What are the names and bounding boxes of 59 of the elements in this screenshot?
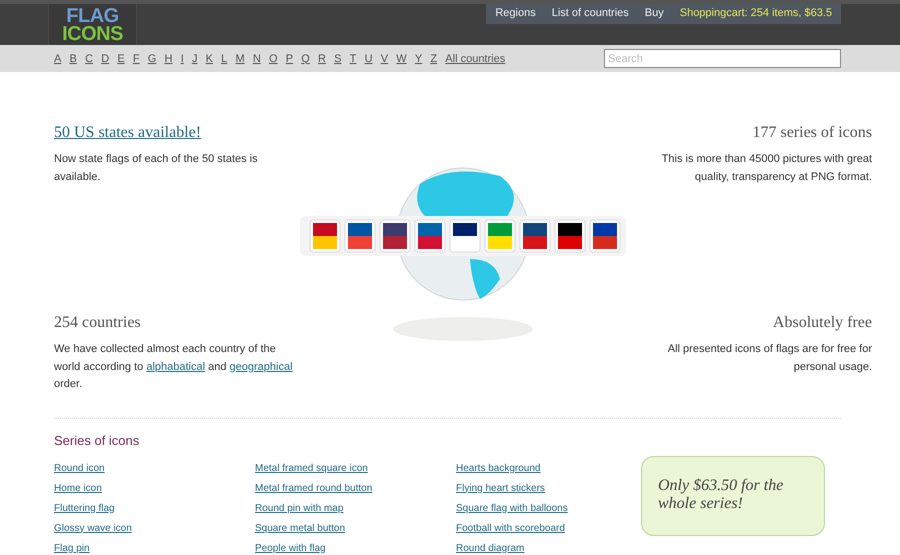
letter-link[interactable]: R — [318, 52, 326, 64]
feature-title-link[interactable]: 50 US states available! — [54, 124, 202, 142]
letter-link[interactable]: G — [148, 52, 156, 64]
letter-link[interactable]: D — [101, 52, 110, 64]
site-logo[interactable]: FLAG ICONS — [48, 4, 137, 45]
series-link[interactable]: Metal framed square icon — [255, 462, 368, 474]
series-link[interactable]: Home icon — [54, 482, 102, 494]
letter-link[interactable]: C — [85, 52, 94, 64]
price-callout: Only $63.50 for the whole series! — [641, 456, 825, 536]
letter-link[interactable]: Q — [301, 52, 310, 64]
series-link[interactable]: People with flag — [255, 542, 326, 554]
feature-description: We have collected almost each country of the world according to alphabatical and geographical order. — [54, 342, 294, 392]
shopping-cart-link[interactable]: Shoppingcart: 254 items, $63.5 — [680, 6, 832, 18]
letter-link[interactable]: Y — [414, 52, 422, 64]
letter-link[interactable]: F — [132, 52, 140, 64]
letter-link[interactable]: S — [334, 52, 342, 64]
nav-link[interactable]: List of countries — [552, 6, 629, 18]
letter-link[interactable]: I — [180, 52, 184, 64]
letter-link[interactable]: U — [364, 52, 373, 64]
text-link[interactable]: alphabatical — [146, 360, 206, 372]
series-link[interactable]: Fluttering flag — [54, 502, 115, 514]
series-link[interactable]: Metal framed round button — [255, 482, 372, 494]
series-link[interactable]: Flying heart stickers — [456, 482, 545, 494]
search-field[interactable]: Search — [604, 49, 841, 68]
series-link[interactable]: Glossy wave icon — [54, 522, 132, 534]
letter-link[interactable]: O — [268, 52, 278, 64]
feature-title: 254 countries — [54, 314, 142, 332]
letter-link[interactable]: K — [206, 52, 213, 64]
series-link[interactable]: Square flag with balloons — [456, 502, 568, 514]
feature-description: This is more than 45000 pictures with great quality, transparency at PNG format. — [660, 152, 872, 184]
nav-link[interactable]: Buy — [644, 6, 664, 18]
letter-link[interactable]: M — [235, 52, 245, 64]
letter-link[interactable]: N — [252, 52, 261, 64]
feature-description: Now state flags of each of the 50 states is available. — [54, 152, 259, 184]
feature-description: All presented icons of flags are for free for personal usage. — [666, 342, 872, 374]
letter-link[interactable]: T — [350, 52, 356, 64]
letter-link[interactable]: All countries — [445, 52, 506, 64]
series-link[interactable]: Round pin with map — [255, 502, 344, 514]
series-link[interactable]: Football with scoreboard — [456, 522, 565, 534]
feature-title: 177 series of icons — [751, 124, 872, 142]
feature-title: Absolutely free — [772, 314, 872, 332]
series-link[interactable]: Round icon — [54, 462, 105, 474]
letter-link[interactable]: P — [286, 52, 294, 64]
letter-link[interactable]: Z — [430, 52, 438, 64]
series-link[interactable]: Round diagram — [456, 542, 524, 554]
letter-link[interactable]: W — [396, 52, 407, 64]
series-link[interactable]: Hearts background — [456, 462, 540, 474]
text-link[interactable]: geographical — [230, 360, 293, 372]
letter-link[interactable]: H — [164, 52, 172, 64]
letter-link[interactable]: B — [70, 52, 77, 64]
series-link[interactable]: Square metal button — [255, 522, 346, 534]
section-heading: Series of icons — [54, 432, 140, 448]
letter-link[interactable]: L — [221, 52, 228, 64]
letter-link[interactable]: A — [54, 52, 62, 64]
letter-link[interactable]: V — [380, 52, 388, 64]
nav-link[interactable]: Regions — [495, 6, 536, 18]
series-link[interactable]: Flag pin — [54, 542, 90, 554]
letter-link[interactable]: J — [192, 52, 198, 64]
letter-link[interactable]: E — [117, 52, 125, 64]
